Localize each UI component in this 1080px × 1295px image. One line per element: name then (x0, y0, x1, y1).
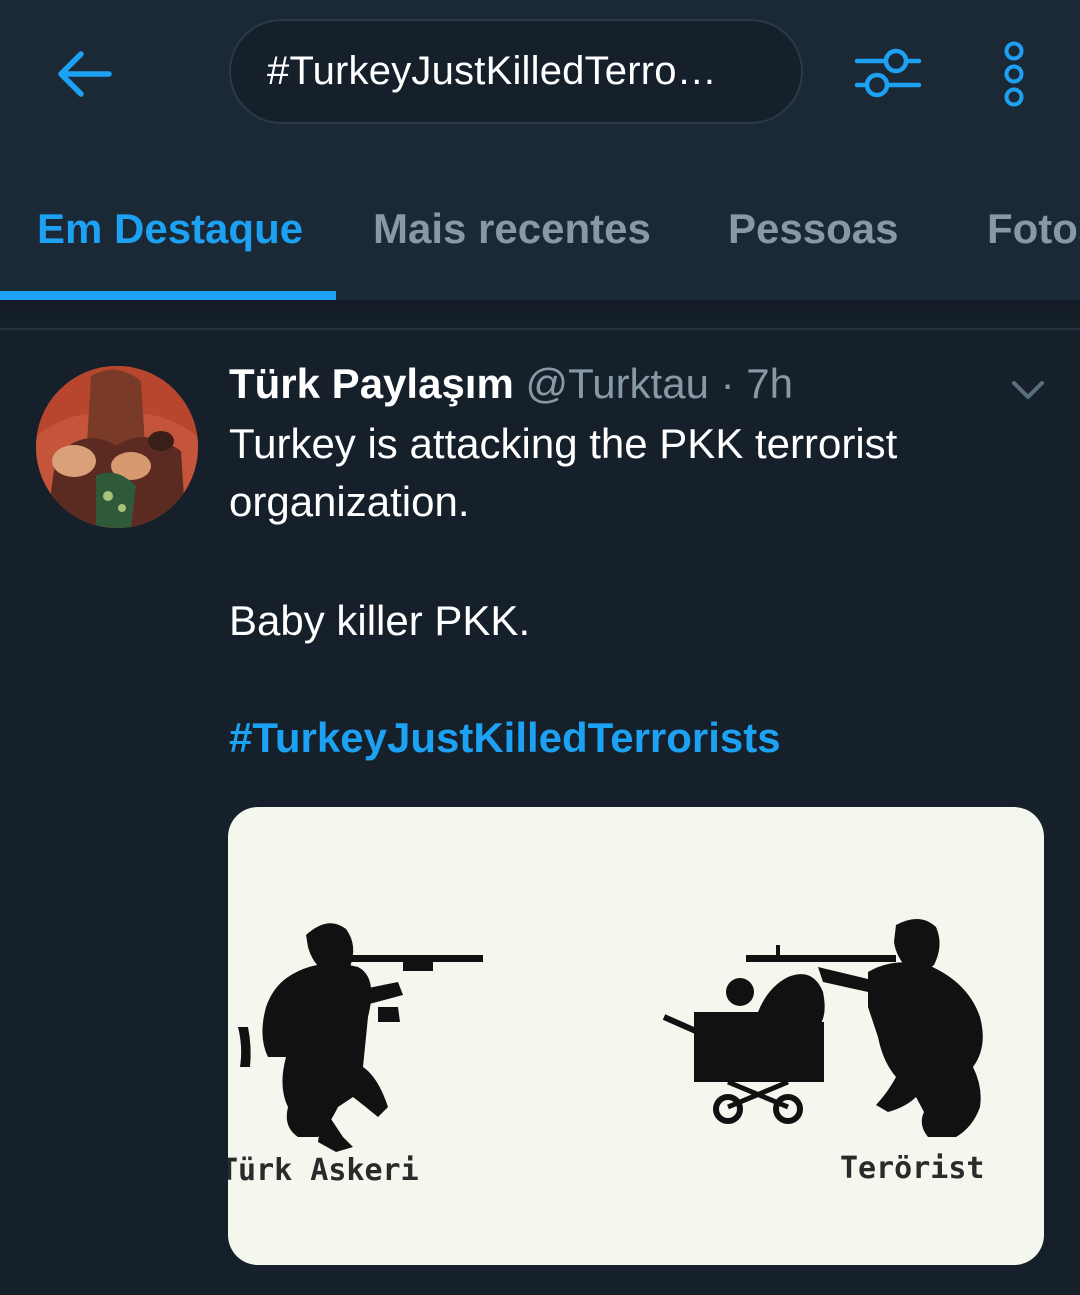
search-results-page: #TurkeyJustKilledTerro… Em Destaque Mais… (0, 0, 1080, 1295)
search-tabs: Em Destaque Mais recentes Pessoas Fotos (0, 180, 1080, 300)
divider (0, 328, 1080, 330)
avatar[interactable] (36, 366, 198, 528)
sliders-icon (854, 48, 922, 98)
display-name[interactable]: Türk Paylaşım (229, 360, 514, 407)
stroller-silhouette (662, 974, 825, 1124)
chevron-down-icon (1012, 381, 1044, 399)
media-caption-right: Terörist (840, 1151, 985, 1186)
tab-photos[interactable]: Fotos (987, 205, 1080, 253)
tweet-time: 7h (746, 360, 793, 407)
tweet-text-line-3: Baby killer PKK. (229, 597, 531, 644)
back-button[interactable] (50, 44, 116, 104)
tweet-media-image[interactable]: Türk Askeri Terörist (228, 807, 1044, 1265)
header-shadow (0, 300, 1080, 328)
tab-top[interactable]: Em Destaque (37, 205, 303, 253)
tweet-text-line-1: Turkey is attacking the PKK terrorist (229, 420, 898, 467)
user-handle[interactable]: @Turktau (525, 360, 708, 407)
hashtag-link[interactable]: #TurkeyJustKilledTerrorists (229, 714, 781, 762)
media-illustration (238, 918, 983, 1152)
search-query-text: #TurkeyJustKilledTerro… (267, 49, 717, 93)
arrow-left-icon (58, 51, 112, 97)
meta-separator: · (708, 360, 747, 407)
vertical-dots-icon (1004, 41, 1024, 107)
more-options-button[interactable] (986, 36, 1042, 112)
search-input[interactable]: #TurkeyJustKilledTerro… (229, 19, 803, 124)
search-filter-button[interactable] (848, 38, 928, 108)
top-app-bar: #TurkeyJustKilledTerro… Em Destaque Mais… (0, 0, 1080, 300)
tab-latest[interactable]: Mais recentes (373, 205, 651, 253)
tweet-menu-button[interactable] (1008, 370, 1048, 410)
media-caption-left: Türk Askeri (228, 1153, 419, 1188)
avatar-image (36, 366, 198, 528)
soldier-silhouette-left (238, 923, 483, 1152)
tweet-header: Türk Paylaşım @Turktau · 7h (229, 360, 793, 408)
active-tab-indicator (0, 291, 336, 300)
tweet-text-line-2: organization. (229, 478, 470, 525)
tab-people[interactable]: Pessoas (728, 205, 898, 253)
